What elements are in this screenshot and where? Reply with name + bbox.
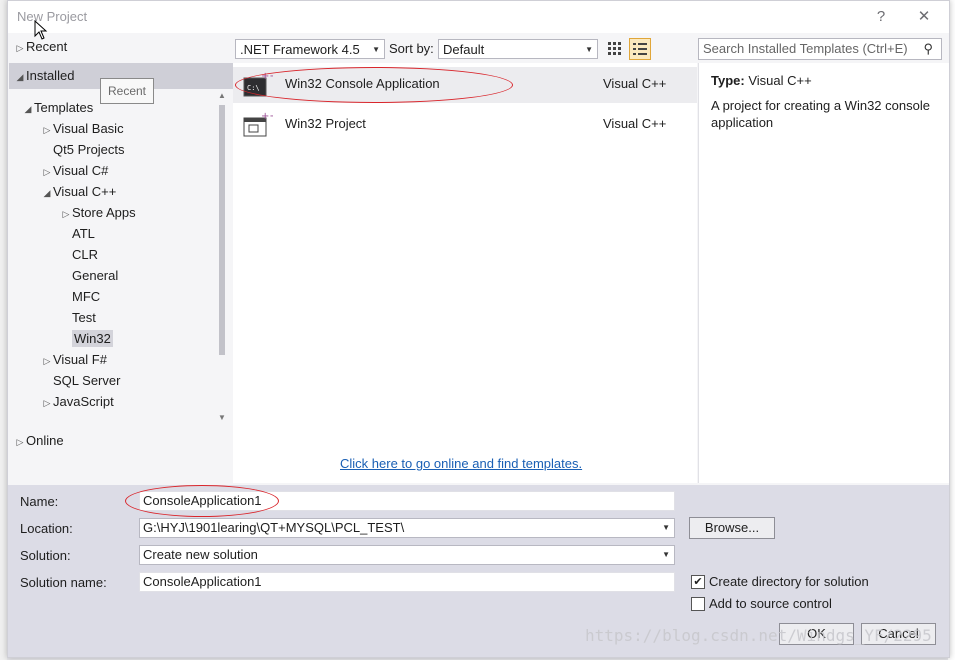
tree-item-label: Win32 [72,330,113,347]
tree-item[interactable]: ◢ Visual C++ [41,182,117,203]
tree-item[interactable]: ▷ Visual F# [41,350,107,370]
svg-text:++: ++ [261,71,273,82]
tree-item-label: Qt5 Projects [53,142,125,157]
scroll-down-icon[interactable]: ▼ [218,413,226,422]
create-directory-label: Create directory for solution [709,574,869,589]
tooltip-recent: Recent [100,78,154,104]
tree-item[interactable]: MFC [60,287,100,307]
tree-item[interactable]: Win32 [60,329,113,349]
name-input[interactable]: ConsoleApplication1 [139,491,675,511]
expand-arrow-icon[interactable]: ▷ [41,351,53,371]
tree-scrollbar[interactable]: ▲ ▼ [216,89,228,425]
browse-button[interactable]: Browse... [689,517,775,539]
create-directory-checkbox[interactable]: ✔ [691,575,705,589]
chevron-down-icon: ▼ [372,45,380,54]
tree-item-label: Visual F# [53,352,107,367]
template-item-console[interactable]: C:\ ++ Win32 Console Application Visual … [233,67,697,103]
tree-item[interactable]: Qt5 Projects [41,140,125,160]
solution-name-label: Solution name: [20,575,107,590]
expand-arrow-icon: ▷ [16,437,24,447]
location-label: Location: [20,521,73,536]
collapse-arrow-icon: ◢ [16,72,24,82]
checkmark-icon: ✔ [693,576,703,588]
location-combo[interactable]: G:\HYJ\1901learing\QT+MYSQL\PCL_TEST\ ▼ [139,518,675,538]
tree-item-label: SQL Server [53,373,121,388]
solution-label: Solution: [20,548,71,563]
tree-item[interactable]: SQL Server [41,371,120,391]
expand-arrow-icon[interactable]: ▷ [41,393,53,413]
tree-item-label: General [72,268,119,283]
tree-item-label: Visual C++ [53,184,117,199]
tree-item[interactable]: Test [60,308,96,328]
win32-project-icon: ++ [243,111,273,137]
sort-dropdown[interactable]: Default ▼ [438,39,598,59]
expand-arrow-icon[interactable]: ▷ [41,120,53,140]
name-label: Name: [20,494,59,509]
search-input[interactable]: Search Installed Templates (Ctrl+E) ⚲ [698,38,942,60]
tree-item[interactable]: ▷ Visual Basic [41,119,124,139]
list-view-icon[interactable] [629,38,651,60]
template-name: Win32 Project [285,116,366,131]
tree-item[interactable]: CLR [60,245,98,265]
tree-item-label: JavaScript [53,394,114,409]
close-button[interactable]: ✕ [913,7,935,27]
tree-item-label: MFC [72,289,101,304]
new-project-dialog: New Project ? ✕ ▷ Recent ◢ Installed ◢ Temp… [7,0,950,658]
tree-item[interactable]: ▷ Store Apps [60,203,136,223]
solution-combo[interactable]: Create new solution ▼ [139,545,675,565]
sort-label: Sort by: [389,41,434,56]
description-panel: Type: Visual C++ A project for creating … [698,63,949,483]
template-list: C:\ ++ Win32 Console Application Visual … [233,63,697,483]
type-label: Type: [711,73,745,88]
tree-item-label: CLR [72,247,99,262]
watermark: https://blog.csdn.net/Windgs_YF/2295 [585,626,932,645]
title-bar: New Project ? ✕ [8,1,949,33]
expand-arrow-icon[interactable]: ▷ [41,162,53,182]
source-control-checkbox[interactable] [691,597,705,611]
type-value: Visual C++ [748,73,812,88]
source-control-label: Add to source control [709,596,832,611]
chevron-down-icon: ▼ [585,45,593,54]
description-text: A project for creating a Win32 console a… [711,98,930,130]
expand-arrow-icon[interactable]: ▷ [60,204,72,224]
help-button[interactable]: ? [870,7,892,27]
tree-item-online[interactable]: ▷ Online [14,431,64,451]
template-name: Win32 Console Application [285,76,440,91]
tree-item-templates[interactable]: ◢ Templates [22,98,94,118]
template-language: Visual C++ [603,116,667,131]
tree-item-label: Store Apps [72,205,136,220]
scrollbar-thumb[interactable] [219,105,225,355]
template-language: Visual C++ [603,76,667,91]
tree-item-label: Visual Basic [53,121,124,136]
expand-arrow-icon: ▷ [16,43,24,53]
chevron-down-icon: ▼ [662,550,670,559]
tree-item-label: ATL [72,226,95,241]
window-title: New Project [17,9,88,24]
chevron-down-icon: ▼ [662,523,670,532]
tree-item-label: Test [72,310,96,325]
expand-arrow-icon[interactable]: ◢ [41,183,53,203]
online-templates-link[interactable]: Click here to go online and find templat… [340,456,582,471]
framework-dropdown[interactable]: .NET Framework 4.5 ▼ [235,39,385,59]
mouse-cursor-icon [34,20,48,40]
search-icon[interactable]: ⚲ [923,39,933,59]
grid-view-icon[interactable] [605,39,625,59]
svg-text:C:\: C:\ [247,84,260,92]
tree-item-label: Visual C# [53,163,109,178]
tree-item[interactable]: ▷ Visual C# [41,161,109,182]
background-left [0,0,7,660]
template-item-win32[interactable]: ++ Win32 Project Visual C++ [233,107,697,143]
tree-item-installed[interactable]: ◢ Installed [14,66,75,86]
scroll-up-icon[interactable]: ▲ [218,91,226,100]
svg-text:++: ++ [261,111,273,122]
tree-item[interactable]: ATL [60,224,95,244]
collapse-arrow-icon: ◢ [24,104,32,114]
tree-item[interactable]: General [60,266,118,286]
solution-name-input[interactable]: ConsoleApplication1 [139,572,675,592]
console-app-icon: C:\ ++ [243,71,273,97]
tree-item[interactable]: ▷ JavaScript [41,392,114,412]
tree-item-recent[interactable]: ▷ Recent [14,37,68,57]
